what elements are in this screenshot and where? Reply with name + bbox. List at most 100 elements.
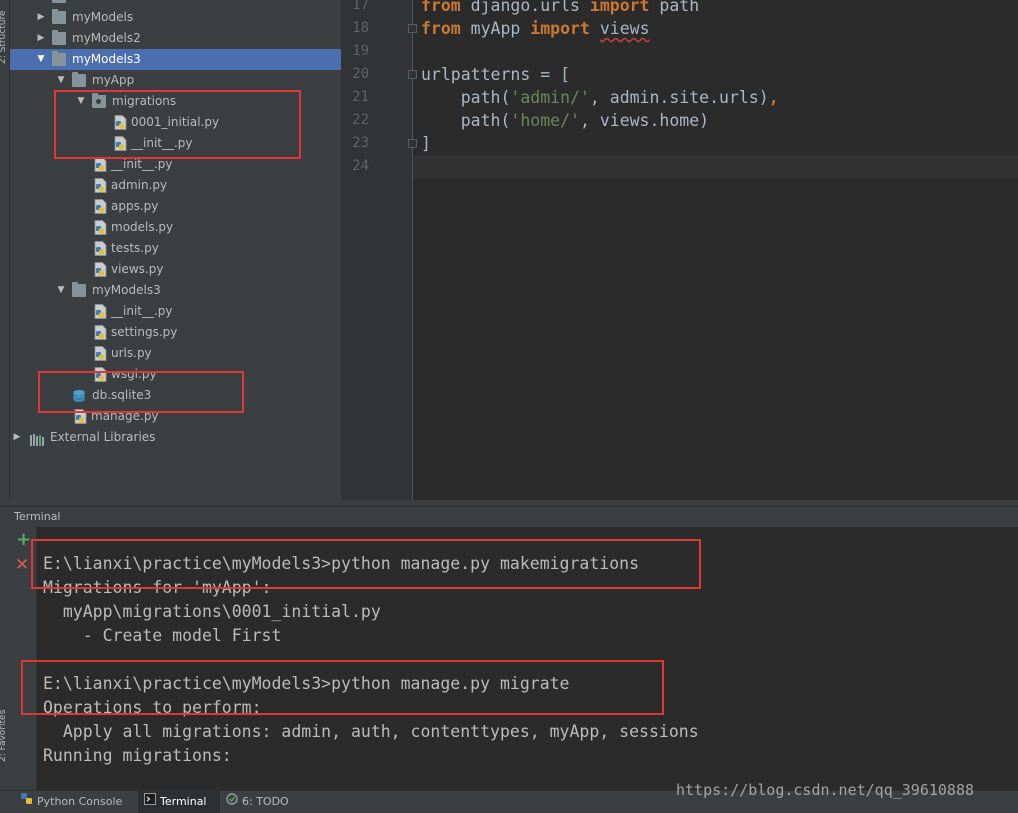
tree-item-label: ...	[72, 0, 83, 7]
tree-item-label: __init__.py	[111, 157, 173, 171]
tree-item-label: settings.py	[111, 325, 178, 339]
tree-item-label: 0001_initial.py	[131, 115, 220, 129]
chevron-down-icon[interactable]: ▼	[56, 70, 66, 91]
tree-item[interactable]: ▶ myModels2	[10, 28, 341, 49]
fold-marker-icon[interactable]	[408, 70, 417, 79]
tree-item[interactable]: 0001_initial.py	[10, 112, 341, 133]
tree-item-label: myModels3	[92, 283, 161, 297]
tree-item[interactable]: ▼ myModels3	[10, 49, 341, 70]
favorites-strip: 2: Favorites	[0, 690, 9, 790]
chevron-right-icon[interactable]: ▶	[36, 7, 46, 28]
tree-item-label: External Libraries	[50, 430, 156, 444]
tree-item-label: migrations	[112, 94, 177, 108]
tree-item[interactable]: manage.py	[10, 406, 341, 427]
terminal-line: Apply all migrations: admin, auth, conte…	[43, 722, 699, 741]
tree-item[interactable]: ▼ migrations	[10, 91, 341, 112]
chevron-right-icon[interactable]: ▶	[12, 427, 22, 448]
python-file-icon	[94, 157, 107, 172]
folder-icon	[92, 93, 106, 108]
tree-item[interactable]: db.sqlite3	[10, 385, 341, 406]
chevron-down-icon[interactable]: ▼	[56, 280, 66, 301]
tree-item[interactable]: ▶ myModels	[10, 7, 341, 28]
close-icon[interactable]: ✕	[15, 557, 29, 574]
database-icon	[72, 389, 86, 402]
tree-item[interactable]: wsgi.py	[10, 364, 341, 385]
python-file-icon	[114, 136, 127, 151]
tree-item-label: myApp	[92, 73, 135, 87]
tree-item[interactable]: apps.py	[10, 196, 341, 217]
project-tree-panel: ▶...▶myModels▶myModels2▼myModels3▼myApp▼…	[10, 0, 341, 508]
terminal-title: Terminal	[14, 510, 61, 523]
chevron-down-icon[interactable]: ▼	[36, 49, 46, 70]
folder-icon	[52, 30, 66, 45]
code-line: path('home/', views.home)	[421, 111, 710, 130]
python-console-tab[interactable]: Python Console	[16, 791, 132, 813]
current-line-highlight	[413, 155, 1018, 178]
tree-item-label: wsgi.py	[111, 367, 157, 381]
tree-item-label: models.py	[111, 220, 174, 234]
terminal-line: Operations to perform:	[43, 698, 262, 717]
left-tool-strip: 2: Structure	[0, 0, 10, 508]
chevron-right-icon[interactable]: ▶	[36, 0, 46, 7]
tree-item[interactable]: __init__.py	[10, 154, 341, 175]
code-line: urlpatterns = [	[421, 65, 571, 84]
line-number: 19	[352, 43, 369, 59]
folder-icon	[52, 51, 66, 66]
line-number: 21	[352, 89, 369, 105]
tree-item-label: manage.py	[91, 409, 159, 423]
python-file-icon	[94, 262, 107, 277]
tree-item[interactable]: ▶ External Libraries	[10, 427, 341, 448]
tree-item[interactable]: views.py	[10, 259, 341, 280]
tree-item[interactable]: ▶...	[10, 0, 341, 7]
line-number: 24	[352, 158, 369, 174]
library-icon	[30, 432, 44, 446]
tree-item-label: admin.py	[111, 178, 168, 192]
python-file-icon	[114, 115, 127, 130]
python-file-icon	[94, 220, 107, 235]
python-file-icon	[94, 241, 107, 256]
tree-item[interactable]: tests.py	[10, 238, 341, 259]
python-file-icon	[94, 325, 107, 340]
python-file-icon	[94, 367, 107, 382]
todo-tab[interactable]: 6: TODO	[222, 791, 306, 813]
tree-item[interactable]: ▼ myApp	[10, 70, 341, 91]
terminal-line: Migrations for 'myApp':	[43, 578, 272, 597]
tree-item[interactable]: __init__.py	[10, 133, 341, 154]
python-file-icon	[94, 346, 107, 361]
tree-item[interactable]: admin.py	[10, 175, 341, 196]
line-number: 17	[352, 0, 369, 13]
terminal-output[interactable]: E:\lianxi\practice\myModels3>python mana…	[21, 527, 1018, 790]
tree-item-label: db.sqlite3	[92, 388, 152, 402]
tree-item[interactable]: ▼ myModels3	[10, 280, 341, 301]
folder-icon	[52, 9, 66, 24]
tree-item-label: apps.py	[111, 199, 159, 213]
code-line: path('admin/', admin.site.urls),	[421, 88, 779, 107]
terminal-line: E:\lianxi\practice\myModels3>python mana…	[43, 554, 640, 573]
fold-marker-icon[interactable]	[408, 24, 417, 33]
tree-item[interactable]: urls.py	[10, 343, 341, 364]
plus-icon[interactable]: +	[16, 531, 31, 549]
structure-tab[interactable]: 2: Structure	[0, 6, 9, 76]
tree-item[interactable]: settings.py	[10, 322, 341, 343]
terminal-line: myApp\migrations\0001_initial.py	[43, 602, 381, 621]
tree-item-label: myModels2	[72, 31, 141, 45]
tree-item-label: tests.py	[111, 241, 159, 255]
tree-item-label: __init__.py	[111, 304, 173, 318]
tree-item[interactable]: models.py	[10, 217, 341, 238]
line-number: 23	[352, 135, 369, 151]
tree-item-label: urls.py	[111, 346, 152, 360]
code-editor[interactable]: 17 18 19 20 21 22 23 24 from django.urls import…	[341, 0, 1018, 500]
favorites-tab[interactable]: 2: Favorites	[0, 700, 9, 770]
folder-icon	[72, 72, 86, 87]
tree-item-label: views.py	[111, 262, 164, 276]
code-line: from myApp import views	[421, 19, 650, 38]
tree-item-label: myModels	[72, 10, 134, 24]
chevron-right-icon[interactable]: ▶	[36, 28, 46, 49]
code-line: from django.urls import path	[421, 0, 700, 15]
python-file-icon	[74, 409, 87, 424]
terminal-tab[interactable]: Terminal	[138, 791, 220, 813]
chevron-down-icon[interactable]: ▼	[76, 91, 86, 112]
line-number: 22	[352, 112, 369, 128]
tree-item[interactable]: __init__.py	[10, 301, 341, 322]
fold-marker-icon[interactable]	[408, 139, 417, 148]
